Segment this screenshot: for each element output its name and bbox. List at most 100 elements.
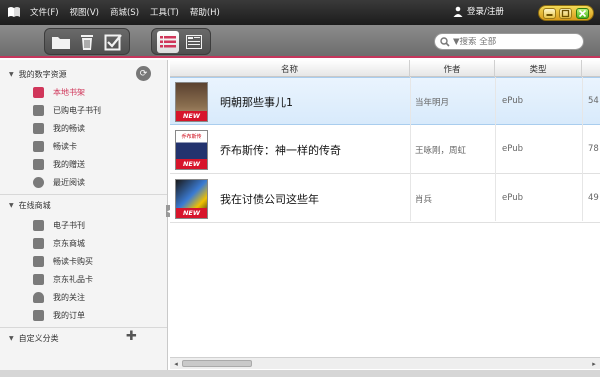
book-cover: NEW (175, 179, 208, 219)
check-button[interactable] (102, 31, 124, 53)
new-badge: NEW (176, 159, 207, 169)
menu-bar: 文件(F) 视图(V) 商城(S) 工具(T) 帮助(H) (30, 6, 220, 18)
sidebar-item-my-reading[interactable]: 我的畅读 (0, 119, 167, 137)
status-bar (0, 370, 600, 377)
sidebar-item-gift-card[interactable]: 京东礼品卡 (0, 270, 167, 288)
book-size: 54 (588, 96, 599, 106)
menu-view[interactable]: 视图(V) (70, 6, 99, 18)
login-label: 登录/注册 (467, 7, 504, 17)
open-folder-button[interactable] (50, 31, 72, 53)
card-icon (33, 140, 44, 152)
minimize-icon (546, 13, 553, 16)
trash-icon (81, 34, 93, 50)
books-icon (33, 122, 44, 134)
sidebar-item-jd-mall[interactable]: 京东商城 (0, 234, 167, 252)
section-online-store[interactable]: ▼ 在线商城 (0, 198, 168, 212)
book-title: 明朝那些事儿1 (220, 96, 293, 109)
scroll-left-arrow-icon[interactable]: ◂ (171, 358, 181, 369)
book-size: 49 (588, 193, 599, 203)
menu-help[interactable]: 帮助(H) (190, 6, 220, 18)
book-list: 名称 作者 类型 NEW 明朝那些事儿1 当年明月 ePub 54 乔布斯传 N… (170, 60, 600, 377)
sidebar-item-label: 电子书刊 (53, 220, 85, 230)
delete-button[interactable] (76, 31, 98, 53)
sidebar-item-label: 京东礼品卡 (53, 274, 93, 284)
new-badge: NEW (176, 111, 207, 121)
column-label: 作者 (443, 64, 461, 75)
sidebar-item-purchased[interactable]: 已购电子书刊 (0, 101, 167, 119)
sidebar-item-label: 我的关注 (53, 292, 85, 302)
section-label: 在线商城 (18, 200, 51, 210)
section-custom-categories[interactable]: ▼ 自定义分类 (0, 331, 168, 345)
collapse-arrow-icon: ▼ (9, 334, 14, 342)
sidebar-item-local-shelf[interactable]: 本地书架 (0, 83, 167, 101)
column-header-author[interactable]: 作者 (410, 60, 495, 77)
shopping-bag-icon (33, 237, 44, 249)
divider (0, 327, 167, 328)
sidebar-item-label: 我的赠送 (53, 159, 85, 169)
column-header-size[interactable] (582, 60, 600, 77)
add-category-button[interactable]: ✚ (126, 329, 137, 344)
maximize-button[interactable] (559, 7, 573, 19)
list-view-icon (160, 35, 176, 47)
table-row[interactable]: 乔布斯传 NEW 乔布斯传：神一样的传奇 王咏刚，周虹 ePub 78 (170, 126, 600, 174)
table-row[interactable]: NEW 明朝那些事儿1 当年明月 ePub 54 (170, 77, 600, 125)
sidebar-item-orders[interactable]: 我的订单 (0, 306, 167, 324)
sidebar-item-my-gifts[interactable]: 我的赠送 (0, 155, 167, 173)
book-type: ePub (502, 144, 523, 154)
detail-view-button[interactable] (183, 31, 205, 53)
refresh-button[interactable]: ⟳ (136, 66, 151, 81)
sidebar-item-reading-card[interactable]: 畅读卡 (0, 137, 167, 155)
scroll-right-arrow-icon[interactable]: ▸ (589, 358, 599, 369)
table-header: 名称 作者 类型 (170, 60, 600, 77)
sidebar-item-label: 本地书架 (53, 87, 85, 97)
column-header-type[interactable]: 类型 (495, 60, 582, 77)
sidebar-item-following[interactable]: 我的关注 (0, 288, 167, 306)
column-divider (410, 77, 411, 221)
title-bar: 文件(F) 视图(V) 商城(S) 工具(T) 帮助(H) 登录/注册 (0, 0, 600, 25)
sidebar-item-label: 我的订单 (53, 310, 85, 320)
column-header-name[interactable]: 名称 (170, 60, 410, 77)
book-author: 肖兵 (415, 195, 433, 205)
sidebar-item-recent[interactable]: 最近阅读 (0, 173, 167, 191)
menu-store[interactable]: 商城(S) (110, 6, 139, 18)
book-cover: NEW (175, 82, 208, 122)
sidebar-item-label: 已购电子书刊 (53, 105, 101, 115)
sidebar-item-ebooks[interactable]: 电子书刊 (0, 216, 167, 234)
cover-title: 乔布斯传 (181, 134, 202, 140)
search-input[interactable] (453, 36, 563, 47)
table-row[interactable]: NEW 我在讨债公司这些年 肖兵 ePub 49 (170, 175, 600, 223)
section-label: 自定义分类 (18, 333, 59, 343)
search-icon (440, 36, 450, 47)
divider (0, 194, 167, 195)
lock-bag-icon (33, 104, 44, 116)
book-author: 王咏刚，周虹 (415, 146, 467, 156)
plus-icon: ✚ (126, 329, 137, 344)
column-label: 名称 (280, 64, 298, 75)
sidebar-item-label: 最近阅读 (53, 177, 85, 187)
user-group-icon (453, 6, 463, 17)
close-button[interactable] (576, 7, 590, 19)
horizontal-scrollbar[interactable]: ◂ ▸ (170, 357, 600, 369)
bookshelf-icon (33, 86, 44, 98)
toolbar (0, 25, 600, 58)
order-list-icon (33, 309, 44, 321)
book-title: 乔布斯传：神一样的传奇 (220, 144, 341, 157)
list-view-button[interactable] (157, 30, 179, 53)
minimize-button[interactable] (542, 7, 556, 19)
search-box[interactable] (434, 33, 584, 50)
file-actions-group (44, 28, 130, 55)
folder-icon (52, 36, 70, 49)
maximize-icon (562, 9, 570, 17)
login-register-link[interactable]: 登录/注册 (452, 5, 504, 17)
menu-tools[interactable]: 工具(T) (150, 6, 179, 18)
heart-icon (33, 291, 44, 303)
book-type: ePub (502, 96, 523, 106)
book-cover: 乔布斯传 NEW (175, 130, 208, 170)
gift-icon (33, 158, 44, 170)
detail-view-icon (186, 34, 202, 49)
close-icon (579, 9, 587, 17)
scrollbar-thumb[interactable] (182, 360, 252, 367)
sidebar-item-buy-reading-card[interactable]: 畅读卡购买 (0, 252, 167, 270)
sidebar-item-label: 畅读卡 (53, 141, 77, 151)
menu-file[interactable]: 文件(F) (30, 6, 59, 18)
